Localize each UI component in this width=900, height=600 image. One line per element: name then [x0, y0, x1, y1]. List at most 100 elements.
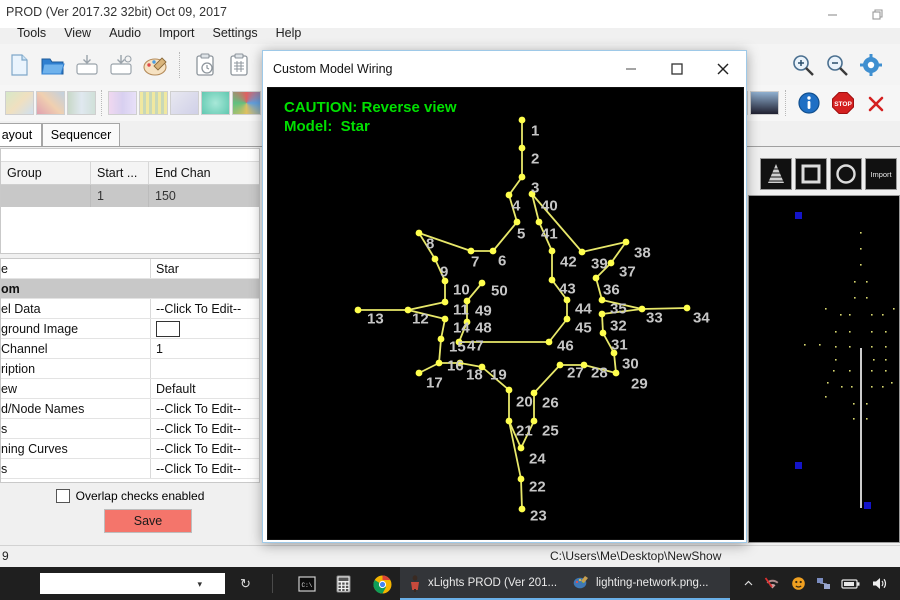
stop-icon[interactable]: STOP — [827, 86, 859, 120]
restore-button[interactable] — [855, 0, 900, 28]
wiring-node[interactable] — [518, 116, 526, 124]
start-button[interactable] — [0, 567, 30, 600]
tab-layout[interactable]: ayout — [0, 123, 42, 146]
taskbar-task-xlights[interactable]: xLights PROD (Ver 201... — [400, 567, 565, 600]
property-row-name[interactable]: e Star — [1, 259, 259, 279]
effect-icon-butterfly[interactable] — [36, 91, 65, 115]
wiring-canvas[interactable]: CAUTION: Reverse view Model: Star 1234567… — [267, 87, 744, 540]
menu-audio[interactable]: Audio — [100, 24, 150, 42]
menu-view[interactable]: View — [55, 24, 100, 42]
column-start[interactable]: Start ... — [91, 162, 149, 184]
property-row-faces[interactable]: s --Click To Edit-- — [1, 459, 259, 479]
wiring-node[interactable] — [489, 247, 497, 255]
minimize-button[interactable] — [810, 0, 855, 28]
wiring-node[interactable] — [535, 218, 543, 226]
wiring-node[interactable] — [578, 248, 586, 256]
property-value-click-to-edit[interactable]: --Click To Edit-- — [151, 399, 259, 418]
effect-icon-dmx[interactable] — [170, 91, 199, 115]
effect-icon-candle[interactable] — [67, 91, 96, 115]
network-offline-icon[interactable] — [764, 576, 781, 591]
wiring-node[interactable] — [441, 298, 449, 306]
property-value-click-to-edit[interactable]: --Click To Edit-- — [151, 419, 259, 438]
overlap-checks-checkbox[interactable] — [55, 489, 70, 503]
close-x-icon[interactable] — [861, 86, 893, 120]
menu-tools[interactable]: Tools — [8, 24, 55, 42]
wiring-node[interactable] — [513, 218, 521, 226]
wiring-node[interactable] — [354, 306, 362, 314]
property-row-background-image[interactable]: ground Image — [1, 319, 259, 339]
wiring-node[interactable] — [518, 144, 526, 152]
import-shape-button[interactable]: Import — [865, 158, 897, 190]
wiring-node[interactable] — [638, 305, 646, 313]
property-value-click-to-edit[interactable]: --Click To Edit-- — [151, 439, 259, 458]
wiring-node[interactable] — [563, 315, 571, 323]
show-hidden-icons-button[interactable] — [743, 578, 754, 589]
effect-icon-faces[interactable] — [201, 91, 230, 115]
volume-icon[interactable] — [871, 576, 889, 591]
property-row-model-data[interactable]: el Data --Click To Edit-- — [1, 299, 259, 319]
battery-icon[interactable] — [841, 578, 861, 590]
menu-import[interactable]: Import — [150, 24, 203, 42]
wiring-node[interactable] — [505, 417, 513, 425]
effect-icon-morph[interactable] — [750, 91, 779, 115]
dialog-minimize-button[interactable] — [608, 51, 654, 87]
square-shape-button[interactable] — [795, 158, 827, 190]
property-value[interactable] — [151, 359, 259, 378]
wiring-node[interactable] — [517, 444, 525, 452]
wiring-node[interactable] — [592, 274, 600, 282]
save-button[interactable]: Save — [104, 509, 192, 533]
circle-shape-button[interactable] — [830, 158, 862, 190]
property-row-strings[interactable]: s --Click To Edit-- — [1, 419, 259, 439]
chrome-icon[interactable] — [370, 573, 394, 595]
overlap-checks-row[interactable]: Overlap checks enabled — [0, 487, 260, 505]
model-list-grid[interactable]: Group Start ... End Chan 1 150 — [0, 148, 260, 254]
property-value-click-to-edit[interactable]: --Click To Edit-- — [151, 299, 259, 318]
wiring-node[interactable] — [478, 279, 486, 287]
tab-sequencer[interactable]: Sequencer — [42, 123, 120, 146]
network-icon[interactable] — [816, 576, 831, 591]
wiring-node[interactable] — [437, 335, 445, 343]
wiring-node[interactable] — [404, 306, 412, 314]
wiring-node[interactable] — [607, 259, 615, 267]
command-prompt-icon[interactable]: C:\ — [295, 573, 319, 595]
search-input[interactable]: ▾ — [40, 573, 225, 594]
cortana-icon[interactable]: ↻ — [240, 576, 251, 592]
open-folder-icon[interactable] — [37, 48, 69, 82]
wiring-node[interactable] — [548, 247, 556, 255]
wiring-node[interactable] — [683, 304, 691, 312]
wiring-node[interactable] — [612, 369, 620, 377]
effect-icon-fan[interactable] — [232, 91, 261, 115]
wiring-node[interactable] — [548, 276, 556, 284]
wiring-node[interactable] — [556, 361, 564, 369]
layout-preview-canvas[interactable] — [748, 195, 900, 543]
wiring-node[interactable] — [505, 386, 513, 394]
dialog-maximize-button[interactable] — [654, 51, 700, 87]
clipboard-clock-icon[interactable] — [189, 48, 221, 82]
wiring-node[interactable] — [518, 173, 526, 181]
column-end-chan[interactable]: End Chan — [149, 162, 259, 184]
menu-settings[interactable]: Settings — [203, 24, 266, 42]
wiring-node[interactable] — [431, 255, 439, 263]
property-value[interactable]: 1 — [151, 339, 259, 358]
save-icon[interactable] — [71, 48, 103, 82]
wiring-node[interactable] — [517, 475, 525, 483]
wiring-node[interactable] — [441, 315, 449, 323]
property-row-preview[interactable]: ew Default — [1, 379, 259, 399]
property-value-click-to-edit[interactable]: --Click To Edit-- — [151, 459, 259, 478]
property-grid[interactable]: e Star om el Data --Click To Edit-- grou… — [0, 258, 260, 483]
clipboard-grid-icon[interactable] — [223, 48, 255, 82]
property-row-dimming-curves[interactable]: ning Curves --Click To Edit-- — [1, 439, 259, 459]
chevron-down-icon[interactable]: ▾ — [197, 579, 202, 590]
taskbar-task-image[interactable]: lighting-network.png... — [565, 567, 730, 600]
menu-help[interactable]: Help — [267, 24, 311, 42]
property-row-start-channel[interactable]: Channel 1 — [1, 339, 259, 359]
table-row[interactable]: 1 150 — [1, 185, 259, 207]
new-icon[interactable] — [3, 48, 35, 82]
dialog-close-button[interactable] — [700, 51, 746, 87]
wiring-node[interactable] — [598, 310, 606, 318]
wiring-node[interactable] — [518, 505, 526, 513]
palette-icon[interactable] — [139, 48, 171, 82]
property-value[interactable]: Default — [151, 379, 259, 398]
antivirus-icon[interactable] — [791, 576, 806, 591]
effect-icon-color-wash[interactable] — [108, 91, 137, 115]
